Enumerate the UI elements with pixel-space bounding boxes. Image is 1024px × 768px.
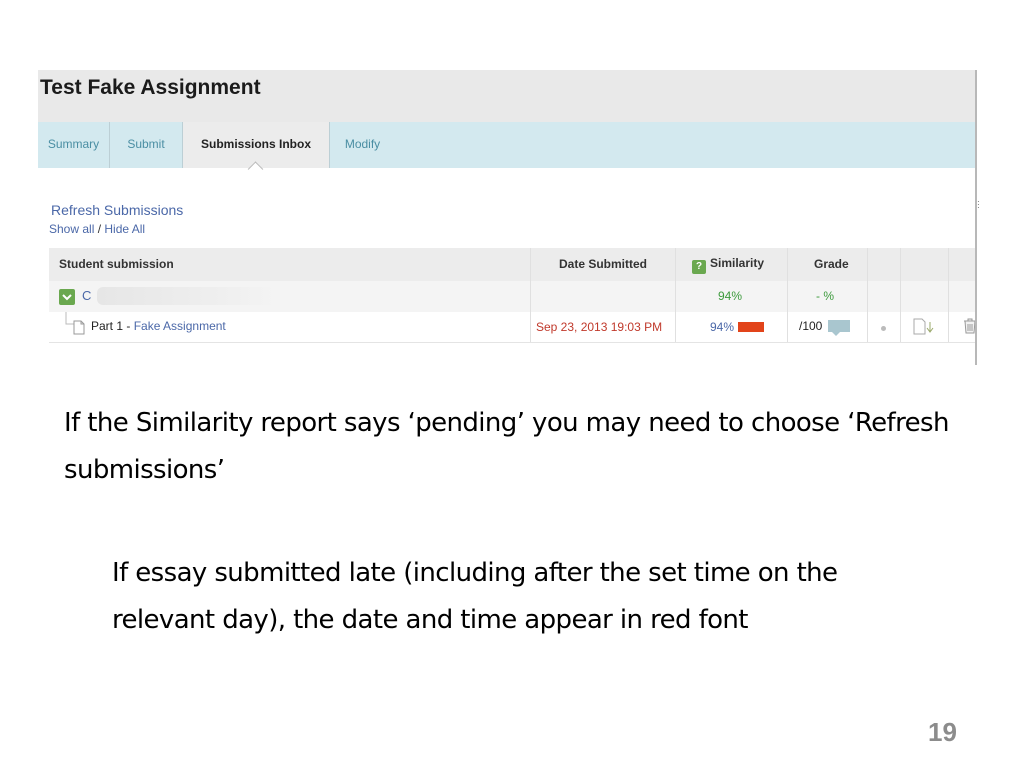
show-hide-controls: Show all / Hide All <box>49 222 145 236</box>
document-icon <box>73 320 85 335</box>
title-bar: Test Fake Assignment <box>38 70 975 123</box>
student-empty-3 <box>948 281 975 312</box>
assignment-link[interactable]: Fake Assignment <box>134 319 226 333</box>
student-empty-1 <box>867 281 900 312</box>
student-date-cell <box>530 281 675 312</box>
header-date-cell[interactable]: Date Submitted <box>530 248 675 281</box>
tab-modify[interactable]: Modify <box>330 122 395 168</box>
student-row: C 94% - % <box>49 281 975 312</box>
header-similarity: Similarity <box>710 256 765 270</box>
redacted-name-blur <box>97 287 277 305</box>
separator: / <box>97 222 102 236</box>
similarity-help-icon[interactable]: ? <box>692 260 706 274</box>
table-header-row: Student submission Date Submitted ? Simil… <box>49 248 975 281</box>
header-date-submitted: Date Submitted <box>559 257 648 271</box>
student-empty-2 <box>900 281 948 312</box>
student-name[interactable]: C <box>82 288 91 303</box>
header-empty-2 <box>900 248 948 281</box>
submissions-table: Student submission Date Submitted ? Simil… <box>49 248 975 343</box>
header-empty-3 <box>948 248 975 281</box>
header-student-submission[interactable]: Student submission <box>59 257 174 271</box>
tab-summary[interactable]: Summary <box>38 122 110 168</box>
date-submitted-late: Sep 23, 2013 19:03 PM <box>536 320 663 334</box>
student-similarity-cell: 94% <box>675 281 787 312</box>
student-similarity: 94% <box>718 289 743 303</box>
expand-chevron-icon[interactable] <box>59 289 75 305</box>
show-all-link[interactable]: Show all <box>49 222 94 236</box>
part-date-cell: Sep 23, 2013 19:03 PM <box>530 312 675 342</box>
tab-submit[interactable]: Submit <box>110 122 183 168</box>
part-grade[interactable]: /100 <box>799 319 822 333</box>
slide-paragraph-pending: If the Similarity report says ‘pending’ … <box>64 408 949 485</box>
dot-cell <box>867 312 900 342</box>
part-similarity[interactable]: 94% <box>710 320 734 334</box>
resize-handle-icon: · · · <box>977 197 980 212</box>
header-empty-1 <box>867 248 900 281</box>
trash-icon[interactable] <box>963 318 975 334</box>
slide-page-number: 19 <box>928 717 957 747</box>
comment-bubble-icon[interactable] <box>828 320 851 336</box>
screenshot-border <box>975 70 977 365</box>
header-grade-cell[interactable]: Grade <box>787 248 867 281</box>
similarity-color-bar[interactable] <box>738 322 765 332</box>
student-grade: - % <box>816 289 834 303</box>
active-tab-caret-icon <box>247 161 264 177</box>
tab-bar: Summary Submit Submissions Inbox Modify <box>38 122 975 177</box>
hide-all-link[interactable]: Hide All <box>104 222 145 236</box>
status-dot-icon <box>881 326 886 331</box>
download-cell <box>900 312 948 342</box>
part-row: Part 1 - Fake Assignment Sep 23, 2013 19… <box>49 312 975 343</box>
grade-cell[interactable]: /100 <box>787 312 867 342</box>
tab-submissions-inbox[interactable]: Submissions Inbox <box>183 122 330 177</box>
header-similarity-cell[interactable]: ? Similarity <box>675 248 787 281</box>
assignment-title: Test Fake Assignment <box>40 76 261 99</box>
refresh-submissions-link[interactable]: Refresh Submissions <box>51 202 183 218</box>
download-file-icon[interactable] <box>913 318 935 335</box>
student-grade-cell: - % <box>787 281 867 312</box>
part-label: Part 1 - <box>91 319 131 333</box>
delete-cell <box>948 312 975 342</box>
similarity-report-cell[interactable]: 94% <box>675 312 787 342</box>
slide-paragraph-late: If essay submitted late (including after… <box>112 558 838 635</box>
header-grade: Grade <box>814 257 849 271</box>
screenshot-panel: Test Fake Assignment Summary Submit Subm… <box>38 70 975 365</box>
